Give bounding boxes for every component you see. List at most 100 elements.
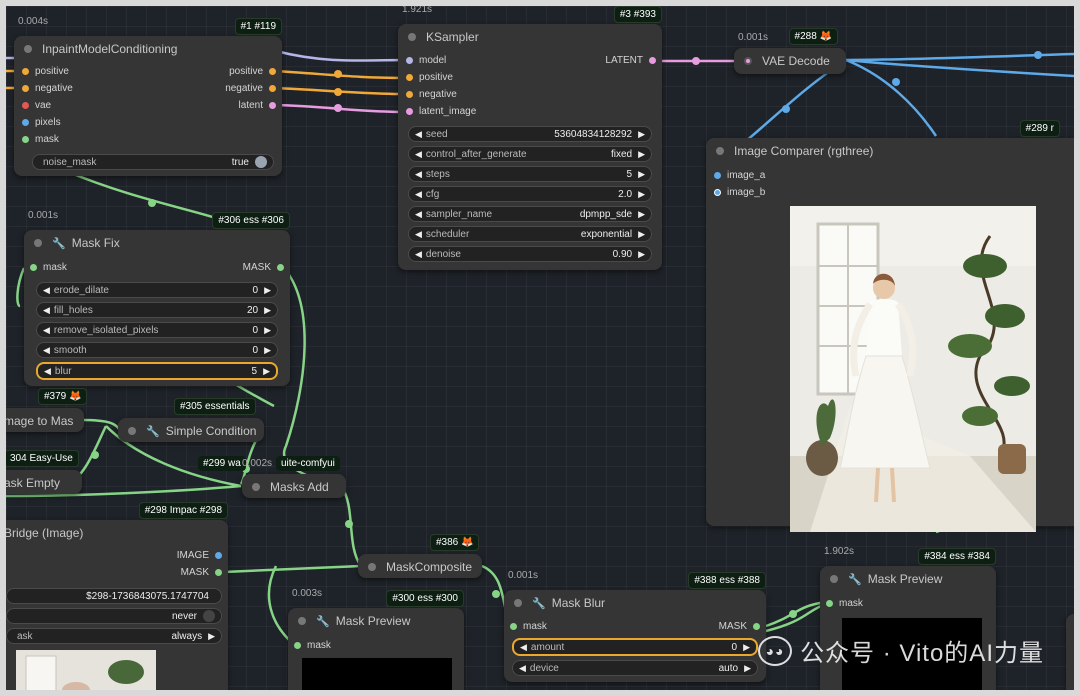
node-title: Masks Add <box>270 480 329 494</box>
node-offscreen-right[interactable] <box>1066 614 1074 690</box>
output-mask[interactable]: MASK <box>181 567 222 578</box>
widget-denoise[interactable]: ◀ denoise 0.90 ▶ <box>408 246 652 262</box>
node-mask-empty[interactable]: 304 Easy-Use ask Empty <box>6 450 82 494</box>
node-title: InpaintModelConditioning <box>42 42 178 56</box>
node-image-to-mask[interactable]: #379 🦊 mage to Mas <box>6 388 88 432</box>
input-pixels[interactable]: pixels <box>22 117 61 128</box>
widget-image-id[interactable]: $298-1736843075.1747704 <box>6 588 222 604</box>
node-masks-add[interactable]: #299 wa 0.002s uite-comfyui Masks Add <box>198 456 346 498</box>
input-negative[interactable]: negative <box>22 83 73 94</box>
collapse-dot[interactable] <box>368 563 376 571</box>
node-id-badge: #288 🦊 <box>788 28 838 45</box>
node-vae-decode[interactable]: 0.001s #288 🦊 VAE Decode <box>734 28 846 74</box>
widget-block-toggle[interactable]: never <box>6 608 222 624</box>
collapse-dot[interactable] <box>34 239 42 247</box>
collapse-dot[interactable] <box>24 45 32 53</box>
exec-time: 1.921s <box>402 6 433 15</box>
collapse-dot[interactable] <box>514 599 522 607</box>
node-id-badge: #299 wa <box>198 456 246 471</box>
input-mask[interactable]: mask <box>510 621 547 632</box>
node-id-badge: #386 🦊 <box>430 534 480 551</box>
input-mask[interactable]: mask <box>22 134 59 145</box>
output-mask[interactable]: MASK <box>243 262 284 273</box>
widget-fill-holes[interactable]: ◀ fill_holes 20 ▶ <box>36 302 278 318</box>
input-latent-image[interactable]: latent_image <box>406 106 476 117</box>
node-image-comparer[interactable]: #289 r Image Comparer (rgthree) image_a … <box>706 120 1074 532</box>
widget-device[interactable]: ◀ device auto ▶ <box>512 660 758 676</box>
node-title: VAE Decode <box>762 54 830 68</box>
collapse-dot[interactable] <box>408 33 416 41</box>
node-title: Simple Condition <box>165 424 257 438</box>
widget-smooth[interactable]: ◀ smooth 0 ▶ <box>36 342 278 358</box>
widget-cfg[interactable]: ◀ cfg 2.0 ▶ <box>408 186 652 202</box>
widget-seed[interactable]: ◀ seed 53604834128292 ▶ <box>408 126 652 142</box>
node-id-badge: #300 ess #300 <box>386 590 464 607</box>
collapse-dot[interactable] <box>830 575 838 583</box>
input-mask[interactable]: mask <box>826 598 863 609</box>
output-mask[interactable]: MASK <box>719 621 760 632</box>
comparison-image[interactable] <box>790 206 1036 532</box>
widget-control-after-generate[interactable]: ◀ control_after_generate fixed ▶ <box>408 146 652 162</box>
node-id-badge: 304 Easy-Use <box>6 450 79 467</box>
fox-icon: 🦊 <box>461 537 474 548</box>
exec-time: 0.004s <box>18 16 49 27</box>
node-graph-canvas[interactable]: 0.004s #1 #119 InpaintModelConditioning … <box>6 6 1074 690</box>
widget-scheduler[interactable]: ◀ scheduler exponential ▶ <box>408 226 652 242</box>
output-image[interactable]: IMAGE <box>177 550 222 561</box>
output-latent[interactable]: LATENT <box>605 55 656 66</box>
output-negative[interactable]: negative <box>225 83 276 94</box>
input-image-b[interactable]: image_b <box>714 187 765 198</box>
widget-erode-dilate[interactable]: ◀ erode_dilate 0 ▶ <box>36 282 278 298</box>
widget-sampler-name[interactable]: ◀ sampler_name dpmpp_sde ▶ <box>408 206 652 222</box>
input-negative[interactable]: negative <box>406 89 457 100</box>
node-ksampler[interactable]: 1.921s #3 #393 KSampler model positive n… <box>398 6 662 270</box>
input-positive[interactable]: positive <box>406 72 453 83</box>
node-id-badge: #305 essentials <box>174 398 256 415</box>
node-inpaint-model-conditioning[interactable]: 0.004s #1 #119 InpaintModelConditioning … <box>14 16 282 176</box>
node-id-badge: #388 ess #388 <box>688 572 766 589</box>
node-mask-blur[interactable]: 0.001s #388 ess #388 🔧 Mask Blur mask MAS… <box>504 570 766 682</box>
input-vae[interactable]: vae <box>22 100 51 111</box>
node-id-badge: #379 🦊 <box>38 388 88 405</box>
node-mask-preview-left[interactable]: 0.003s #300 ess #300 🔧 Mask Preview mask <box>288 588 464 690</box>
collapse-dot[interactable] <box>716 147 724 155</box>
input-mask[interactable]: mask <box>30 262 67 273</box>
node-mask-preview-right[interactable]: 1.902s #384 ess #384 🔧 Mask Preview mask <box>820 546 996 690</box>
input-mask[interactable]: mask <box>294 640 331 651</box>
widget-remove-isolated-pixels[interactable]: ◀ remove_isolated_pixels 0 ▶ <box>36 322 278 338</box>
input-image-a[interactable]: image_a <box>714 170 765 181</box>
widget-amount[interactable]: ◀ amount 0 ▶ <box>512 638 758 656</box>
wrench-icon: 🔧 <box>52 237 66 250</box>
node-title: MaskComposite <box>386 560 473 574</box>
input-model[interactable]: model <box>406 55 446 66</box>
wrench-icon: 🔧 <box>316 615 330 628</box>
collapse-dot[interactable] <box>252 483 260 491</box>
node-mask-composite[interactable]: #386 🦊 MaskComposite <box>358 534 482 578</box>
input-positive[interactable]: positive <box>22 66 69 77</box>
node-title: Mask Fix <box>71 236 120 250</box>
widget-blur[interactable]: ◀ blur 5 ▶ <box>36 362 278 380</box>
node-title: Image Comparer (rgthree) <box>734 144 874 158</box>
exec-time: 1.902s <box>824 546 855 557</box>
node-pack-badge: uite-comfyui <box>276 456 340 471</box>
node-title: ask Empty <box>6 476 61 490</box>
mask-preview-image <box>302 658 452 690</box>
node-bridge-image[interactable]: #298 Impac #298 Bridge (Image) IMAGE MAS… <box>6 502 228 690</box>
collapse-dot[interactable] <box>298 617 306 625</box>
node-simple-condition[interactable]: #305 essentials 🔧 Simple Condition <box>118 398 264 442</box>
watermark: ◕◕ 公众号 · Vito的AI力量 <box>758 633 1044 668</box>
widget-mask-mode[interactable]: ask always ▶ <box>6 628 222 644</box>
node-id-badge: #384 ess #384 <box>918 548 996 565</box>
noise-mask-toggle[interactable]: noise_mask true <box>32 154 274 170</box>
output-positive[interactable]: positive <box>229 66 276 77</box>
node-title: Mask Blur <box>551 596 606 610</box>
exec-time: 0.003s <box>292 588 323 599</box>
node-mask-fix[interactable]: 0.001s #306 ess #306 🔧 Mask Fix mask MASK… <box>24 210 290 386</box>
input-samples[interactable] <box>744 57 752 65</box>
node-id-badge: #298 Impac #298 <box>138 502 228 519</box>
widget-steps[interactable]: ◀ steps 5 ▶ <box>408 166 652 182</box>
wrench-icon: 🔧 <box>848 573 862 586</box>
collapse-dot[interactable] <box>128 427 136 435</box>
output-latent[interactable]: latent <box>239 100 276 111</box>
node-title: Mask Preview <box>335 614 411 628</box>
